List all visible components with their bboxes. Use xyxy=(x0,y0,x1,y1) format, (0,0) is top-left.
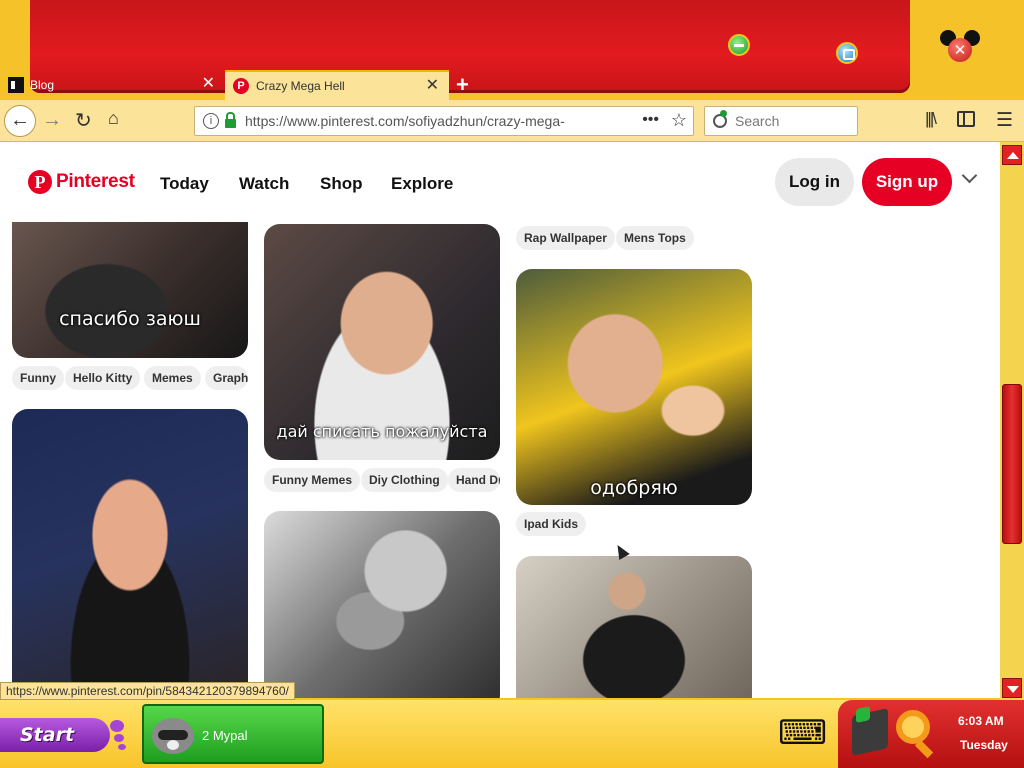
maximize-button[interactable] xyxy=(836,42,858,64)
pin-card[interactable] xyxy=(12,409,248,698)
tag-pill[interactable]: Rap Wallpaper xyxy=(516,226,615,250)
page-viewport[interactable]: P Pinterest Today Watch Shop Explore Log… xyxy=(0,142,1000,698)
pin-card[interactable]: дай списать пожалуйста xyxy=(264,224,500,460)
tag-pill[interactable]: Graph xyxy=(205,366,248,390)
tab-blog[interactable]: Blog ✕ xyxy=(0,70,225,100)
pinterest-favicon-icon: P xyxy=(233,78,249,94)
tag-pill[interactable]: Hand Dr xyxy=(448,468,500,492)
search-input[interactable]: Search xyxy=(704,106,858,136)
status-url-tooltip: https://www.pinterest.com/pin/5843421203… xyxy=(0,682,295,700)
close-window-button[interactable]: ✕ xyxy=(940,30,980,66)
lock-icon xyxy=(225,111,236,128)
pinterest-logo[interactable]: P Pinterest xyxy=(28,170,135,194)
nav-shop[interactable]: Shop xyxy=(320,174,363,194)
dot-shape xyxy=(110,720,124,732)
clock-day: Tuesday xyxy=(960,738,1008,752)
signup-button[interactable]: Sign up xyxy=(862,158,952,206)
menu-icon[interactable]: ☰ xyxy=(996,109,1013,132)
sidebar-icon[interactable] xyxy=(957,111,975,127)
url-bar[interactable]: i https://www.pinterest.com/sofiyadzhun/… xyxy=(194,106,694,136)
pinterest-wordmark: Pinterest xyxy=(56,171,135,192)
tab-strip: Blog ✕ P Crazy Mega Hell ✕ + xyxy=(0,70,900,100)
tag-pill[interactable]: Hello Kitty xyxy=(65,366,141,390)
pin-card[interactable] xyxy=(516,556,752,698)
back-button[interactable]: ← xyxy=(4,105,36,137)
scroll-up-button[interactable] xyxy=(1002,145,1022,165)
dot-shape xyxy=(118,744,126,750)
chevron-down-icon[interactable] xyxy=(961,167,978,184)
system-tray: 6:03 AM Tuesday xyxy=(838,700,1024,768)
library-icon[interactable]: |||\ xyxy=(925,109,937,129)
reload-button[interactable]: ↻ xyxy=(75,108,92,133)
tag-pill[interactable]: Funny xyxy=(12,366,64,390)
url-text[interactable]: https://www.pinterest.com/sofiyadzhun/cr… xyxy=(245,113,625,129)
tab-crazy-mega-hell[interactable]: P Crazy Mega Hell ✕ xyxy=(225,70,449,100)
tab-title: Blog xyxy=(30,78,55,92)
vertical-scrollbar[interactable] xyxy=(1000,142,1024,700)
blog-favicon-icon xyxy=(8,77,24,93)
pin-caption: спасибо заюш xyxy=(59,308,201,330)
scroll-down-button[interactable] xyxy=(1002,678,1022,698)
taskbar: Start 2 Mypal ⌨ 6:03 AM Tuesday xyxy=(0,700,1024,768)
nav-watch[interactable]: Watch xyxy=(239,174,289,194)
network-icon[interactable] xyxy=(852,708,888,756)
forward-button[interactable]: → xyxy=(42,109,62,132)
magnifier-icon[interactable] xyxy=(896,710,930,744)
clock-time[interactable]: 6:03 AM xyxy=(958,714,1004,728)
nav-today[interactable]: Today xyxy=(160,174,209,194)
tag-pill[interactable]: Diy Clothing xyxy=(361,468,448,492)
search-placeholder: Search xyxy=(735,113,780,129)
minimize-button[interactable] xyxy=(728,34,750,56)
new-tab-button[interactable]: + xyxy=(456,72,469,98)
pinterest-header: P Pinterest Today Watch Shop Explore Log… xyxy=(0,142,1000,222)
pin-caption: одобряю xyxy=(590,477,678,499)
start-decoration xyxy=(108,718,132,752)
pin-card[interactable]: спасибо заюш xyxy=(12,202,248,358)
page-actions-icon[interactable]: ••• xyxy=(642,111,659,129)
nav-explore[interactable]: Explore xyxy=(391,174,453,194)
login-button[interactable]: Log in xyxy=(775,158,854,206)
tab-close-icon[interactable]: ✕ xyxy=(426,78,439,94)
bookmark-star-icon[interactable]: ☆ xyxy=(671,110,687,131)
tag-pill[interactable]: Ipad Kids xyxy=(516,512,587,536)
tag-pill[interactable]: Mens Tops xyxy=(616,226,694,250)
taskbar-item-label: 2 Mypal xyxy=(202,728,248,743)
tab-title: Crazy Mega Hell xyxy=(256,79,345,93)
start-button[interactable]: Start xyxy=(0,718,110,752)
taskbar-item-mypal[interactable]: 2 Mypal xyxy=(142,704,324,764)
tab-close-icon[interactable]: ✕ xyxy=(202,76,215,92)
search-icon xyxy=(713,110,727,128)
keyboard-icon[interactable]: ⌨ xyxy=(778,714,827,752)
raccoon-icon xyxy=(152,718,194,754)
info-icon[interactable]: i xyxy=(203,113,219,129)
scrollbar-thumb[interactable] xyxy=(1002,384,1022,544)
navigation-toolbar: ← → ↻ ⌂ i https://www.pinterest.com/sofi… xyxy=(0,100,1024,142)
home-button[interactable]: ⌂ xyxy=(108,108,119,129)
pin-card[interactable] xyxy=(264,511,500,698)
close-icon: ✕ xyxy=(948,38,972,62)
tag-pill[interactable]: Memes xyxy=(144,366,201,390)
pinterest-logo-icon: P xyxy=(28,170,52,194)
pin-card[interactable]: одобряю xyxy=(516,269,752,505)
pin-caption: дай списать пожалуйста xyxy=(276,422,488,441)
tag-pill[interactable]: Funny Memes xyxy=(264,468,361,492)
dot-shape xyxy=(114,734,124,742)
